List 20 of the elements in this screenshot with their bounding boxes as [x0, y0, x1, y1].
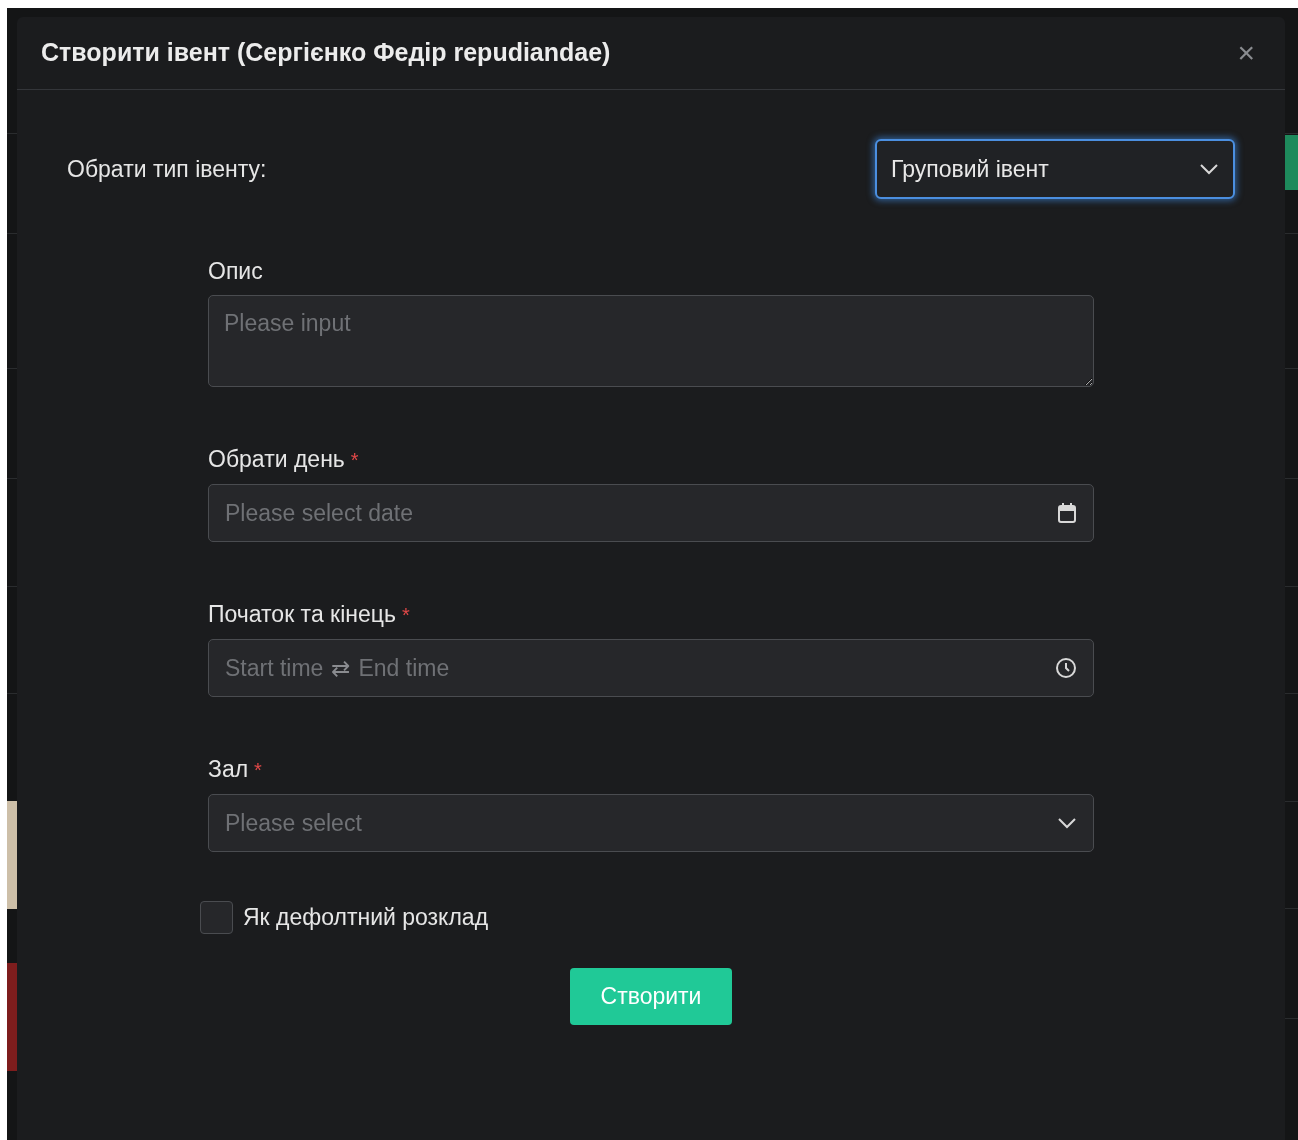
- clock-icon: [1055, 657, 1077, 679]
- close-button[interactable]: ×: [1233, 38, 1259, 68]
- field-label: Обрати тип івенту:: [67, 154, 267, 184]
- checkbox-label: Як дефолтний розклад: [243, 903, 489, 932]
- field-label: Обрати день *: [208, 445, 359, 474]
- field-label: Опис: [208, 257, 263, 286]
- select-value: Груповий івент: [891, 154, 1049, 184]
- time-range-field[interactable]: Start time ⇄ End time: [208, 639, 1094, 697]
- hall-select[interactable]: Please select: [208, 794, 1094, 852]
- modal-title: Створити івент (Сергієнко Федір repudiandae): [41, 37, 611, 69]
- date-field[interactable]: Please select date: [208, 484, 1094, 542]
- checkbox[interactable]: [200, 900, 233, 934]
- field-label: Початок та кінець *: [208, 600, 410, 629]
- event-type-select[interactable]: Груповий івент: [875, 139, 1235, 199]
- chevron-down-icon: [1199, 163, 1219, 175]
- field-label: Зал *: [208, 755, 262, 784]
- calendar-icon: [1057, 502, 1077, 524]
- text-area[interactable]: Please input: [208, 295, 1094, 387]
- time-range-placeholder: Start time ⇄ End time: [225, 653, 450, 683]
- chevron-down-icon: [1057, 817, 1077, 829]
